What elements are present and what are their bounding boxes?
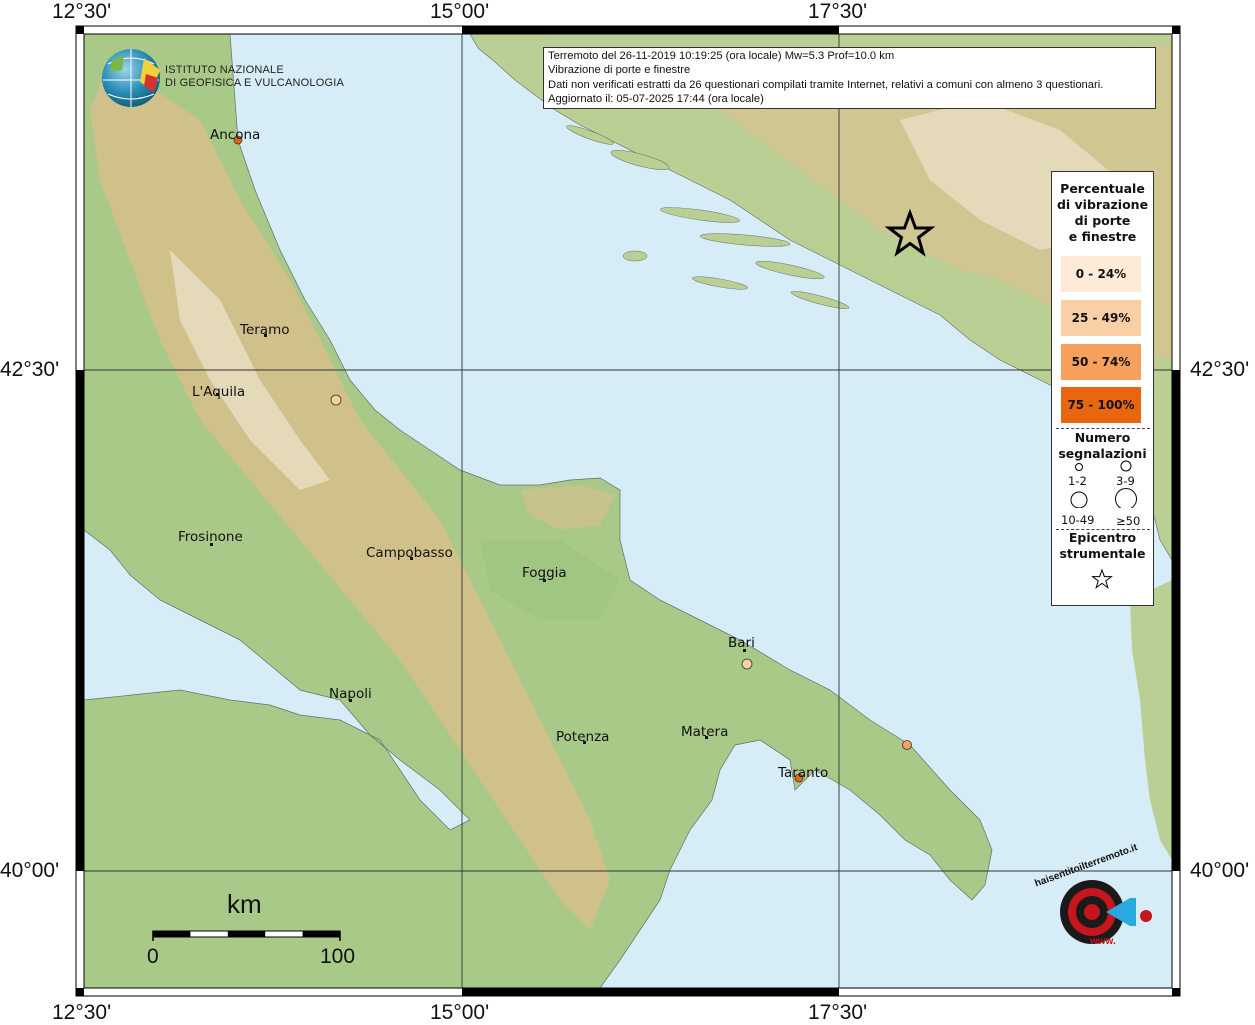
institute-line-1: ISTITUTO NAZIONALE [165,64,284,76]
coord-top-3: 17°30' [808,0,868,23]
city-label-teramo: Teramo [240,322,290,338]
legend-size-3: 10-49 [1061,513,1095,527]
city-label-laquila: L'Aquila [192,384,246,400]
legend-class-2: 25 - 49% [1061,300,1141,336]
city-label-ancona: Ancona [210,127,261,143]
event-info-line-3: Dati non verificati estratti da 26 quest… [548,78,1104,91]
city-label-foggia: Foggia [522,565,567,581]
legend-title-line-4: e finestre [1068,229,1137,244]
legend-class-3: 50 - 74% [1061,344,1141,380]
legend-class-4: 75 - 100% [1061,387,1141,423]
institute-line-2: DI GEOFISICA E VULCANOLOGIA [165,77,344,89]
scale-min: 0 [147,945,159,968]
city-label-napoli: Napoli [329,686,372,702]
legend-title-line-3: di porte [1074,213,1131,228]
legend-epicenter-line-1: Epicentro [1068,530,1137,545]
legend-title-line-1: Percentuale [1060,181,1145,196]
legend-epicenter-line-2: strumentale [1059,546,1146,561]
ingv-logo [102,49,160,107]
coord-bottom-3: 17°30' [808,1001,868,1024]
event-info-box: Terremoto del 26-11-2019 10:19:25 (ora l… [543,47,1156,109]
coord-left-1: 42°30' [0,358,60,381]
legend-title-line-2: di vibrazione [1056,197,1149,212]
event-info-line-2: Vibrazione di porte e finestre [548,64,691,77]
legend-star-icon [1091,568,1113,589]
coord-left-2: 40°00' [0,859,60,882]
city-label-frosinone: Frosinone [178,529,243,545]
city-label-campobasso: Campobasso [366,545,453,561]
legend-class-1: 0 - 24% [1061,256,1141,292]
legend-size-1: 1-2 [1068,474,1087,488]
event-info-line-1: Terremoto del 26-11-2019 10:19:25 (ora l… [548,50,895,62]
scale-max: 100 [320,945,356,968]
city-label-bari: Bari [728,635,755,651]
event-info-line-4: Aggiornato il: 05-07-2025 17:44 (ora loc… [548,93,764,106]
coord-bottom-2: 15°00' [430,1001,490,1024]
legend-title: Percentuale di vibrazione di porte e fin… [1052,181,1153,245]
hsit-badge-url: www. [1090,936,1116,947]
legend-count-title-line-1: Numero [1074,430,1131,445]
city-label-matera: Matera [681,724,729,740]
legend-size-4: ≥50 [1116,514,1141,528]
city-label-potenza: Potenza [556,729,610,745]
legend-size-2: 3-9 [1116,474,1135,488]
scale-unit: km [227,889,262,919]
legend-separator-1 [1056,428,1150,429]
legend-epicenter-title: Epicentro strumentale [1052,530,1153,562]
city-label-taranto: Taranto [778,765,829,781]
coord-top-2: 15°00' [430,0,490,23]
coord-bottom-1: 12°30' [52,1001,112,1024]
coord-right-1: 42°30' [1190,358,1250,381]
legend-panel: Percentuale di vibrazione di porte e fin… [1051,171,1154,606]
coord-right-2: 40°00' [1190,859,1250,882]
coord-top-1: 12°30' [52,0,112,23]
institute-name: ISTITUTO NAZIONALE DI GEOFISICA E VULCAN… [165,64,344,90]
